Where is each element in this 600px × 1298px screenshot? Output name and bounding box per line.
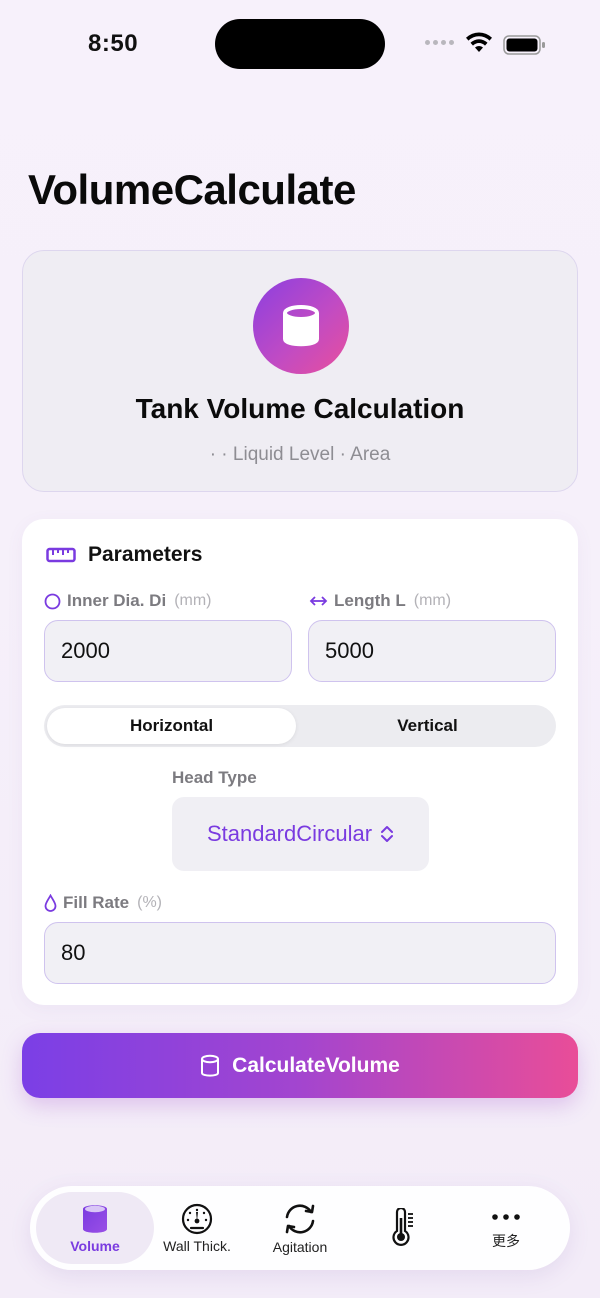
segment-horizontal[interactable]: Horizontal: [47, 708, 296, 744]
page-title: VolumeCalculate: [28, 166, 356, 213]
cylinder-icon: [83, 1204, 107, 1233]
head-type-label: Head Type: [172, 768, 257, 787]
hero-subtitle: · · Liquid Level · Area: [209, 444, 391, 465]
fill-rate-input[interactable]: 80: [44, 922, 556, 984]
status-bar: 8:50: [0, 0, 600, 90]
chevron-up-down-icon: [381, 826, 394, 842]
length-label: Length L (mm): [309, 591, 451, 611]
parameters-header: Parameters: [46, 543, 202, 567]
hero-title: Tank Volume Calculation: [135, 393, 465, 424]
tab-volume[interactable]: Volume: [36, 1192, 154, 1264]
tab-wall-thickness[interactable]: Wall Thick.: [156, 1192, 238, 1264]
cellular-signal-icon: [425, 40, 454, 45]
drop-icon: [44, 894, 57, 912]
status-time: 8:50: [88, 30, 139, 57]
cylinder-icon: [201, 1054, 220, 1077]
ruler-icon: [46, 547, 76, 563]
dynamic-island: [215, 19, 385, 69]
length-input[interactable]: 5000: [308, 620, 556, 682]
parameters-card: Parameters Inner Dia. Di (mm) 2000 Lengt…: [22, 519, 578, 1005]
battery-icon: [503, 35, 545, 55]
refresh-icon: [285, 1203, 315, 1234]
tab-temperature[interactable]: [364, 1192, 444, 1264]
circle-icon: [44, 593, 61, 609]
calculate-volume-label: CalculateVolume: [232, 1053, 400, 1077]
tab-agitation[interactable]: Agitation: [256, 1192, 344, 1264]
gauge-icon: [181, 1203, 213, 1234]
calculate-volume-button[interactable]: CalculateVolume: [22, 1033, 578, 1098]
horizontal-arrows-icon: [309, 596, 328, 606]
inner-dia-label: Inner Dia. Di (mm): [44, 591, 212, 611]
fill-rate-label: Fill Rate (%): [44, 893, 162, 913]
inner-dia-input[interactable]: 2000: [44, 620, 292, 682]
parameters-title: Parameters: [88, 543, 203, 566]
more-icon: [492, 1213, 520, 1220]
cylinder-icon: [283, 305, 319, 347]
hero-icon-circle: [253, 278, 349, 374]
tab-bar: Volume Wall Thick. Agitation 更多: [30, 1186, 570, 1270]
orientation-segmented-control: Horizontal Vertical: [44, 705, 556, 747]
thermometer-icon: [392, 1207, 413, 1246]
tab-more[interactable]: 更多: [466, 1192, 546, 1264]
wifi-icon: [466, 32, 492, 52]
hero-card: Tank Volume Calculation · · Liquid Level…: [22, 250, 578, 492]
head-type-value: StandardCircular: [206, 821, 373, 846]
segment-vertical[interactable]: Vertical: [302, 708, 553, 744]
head-type-picker[interactable]: StandardCircular: [172, 797, 429, 871]
